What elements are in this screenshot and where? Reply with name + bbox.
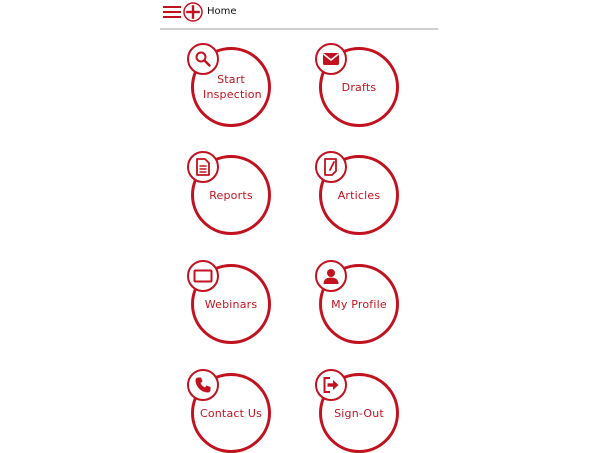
contact-us-button[interactable]: Contact Us [187, 369, 271, 453]
monitor-icon [187, 260, 219, 292]
articles-button[interactable]: Articles [315, 151, 399, 235]
phone-icon [187, 369, 219, 401]
drafts-label: Drafts [341, 80, 377, 94]
articles-label: Articles [337, 188, 381, 202]
user-icon [315, 260, 347, 292]
sign-out-label: Sign-Out [334, 406, 384, 420]
start-inspection-label: Start Inspection [203, 73, 262, 101]
sign-out-button[interactable]: Sign-Out [315, 369, 399, 453]
envelope-icon [315, 43, 347, 75]
hamburger-menu-icon[interactable] [163, 5, 181, 20]
drafts-button[interactable]: Drafts [315, 43, 399, 127]
article-icon [315, 151, 347, 183]
magnifier-icon [187, 43, 219, 75]
webinars-label: Webinars [204, 297, 258, 311]
page-title: Home [207, 6, 237, 17]
contact-us-label: Contact Us [199, 406, 263, 420]
my-profile-label: My Profile [331, 297, 387, 311]
my-profile-button[interactable]: My Profile [315, 260, 399, 344]
webinars-button[interactable]: Webinars [187, 260, 271, 344]
reports-label: Reports [209, 188, 253, 202]
document-icon [187, 151, 219, 183]
start-inspection-button[interactable]: Start Inspection [187, 43, 271, 127]
red-cross-logo-icon [183, 2, 203, 22]
reports-button[interactable]: Reports [187, 151, 271, 235]
app-header: Home [160, 0, 438, 30]
sign-out-icon [315, 369, 347, 401]
